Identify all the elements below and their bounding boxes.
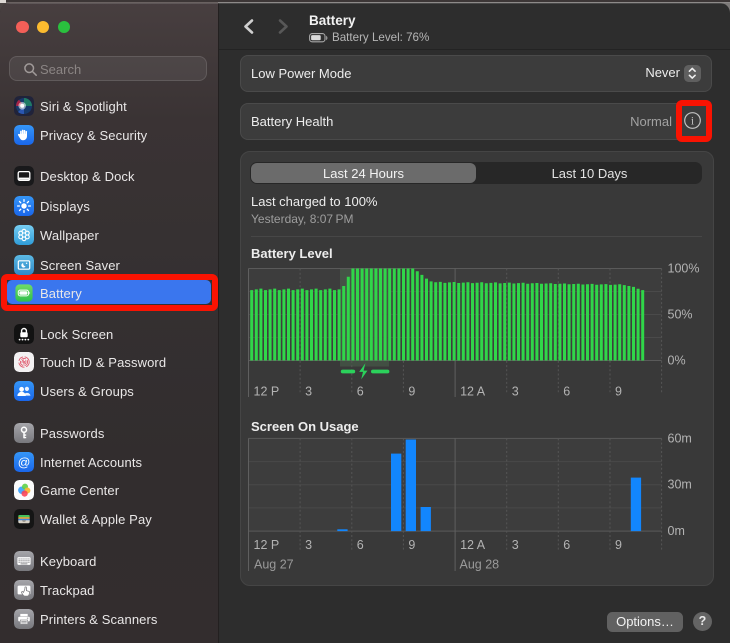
svg-text:Aug 27: Aug 27 [254, 558, 294, 572]
svg-text:3: 3 [512, 538, 519, 552]
svg-text:12 P: 12 P [254, 385, 280, 399]
svg-text:12 A: 12 A [460, 538, 486, 552]
svg-text:3: 3 [305, 385, 312, 399]
svg-text:9: 9 [615, 538, 622, 552]
svg-text:60m: 60m [668, 431, 692, 445]
svg-text:0%: 0% [668, 354, 686, 368]
svg-text:100%: 100% [668, 262, 700, 276]
svg-text:@: @ [18, 455, 31, 469]
svg-text:9: 9 [408, 538, 415, 552]
svg-text:9: 9 [615, 385, 622, 399]
svg-text:6: 6 [357, 538, 364, 552]
svg-text:3: 3 [305, 538, 312, 552]
svg-text:9: 9 [408, 385, 415, 399]
svg-text:12 A: 12 A [460, 385, 486, 399]
svg-text:30m: 30m [668, 478, 692, 492]
svg-text:50%: 50% [668, 308, 693, 322]
svg-text:6: 6 [563, 385, 570, 399]
svg-text:6: 6 [357, 385, 364, 399]
svg-text:6: 6 [563, 538, 570, 552]
svg-text:3: 3 [512, 385, 519, 399]
svg-text:12 P: 12 P [254, 538, 280, 552]
svg-text:Aug 28: Aug 28 [460, 558, 500, 572]
svg-text:0m: 0m [668, 524, 685, 538]
